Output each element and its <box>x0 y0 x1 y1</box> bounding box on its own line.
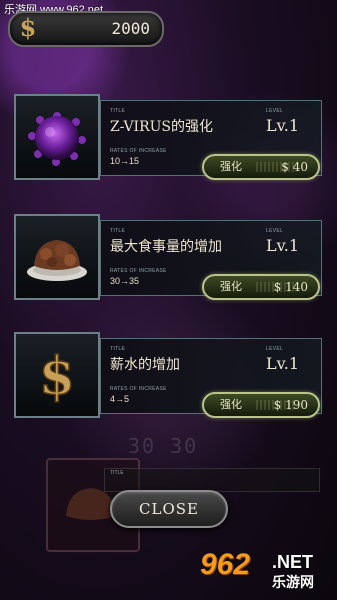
upgrade-rates: 30→35 <box>110 276 140 286</box>
upgrade-button-max-food[interactable]: 强化 $ 140 <box>202 274 320 300</box>
level-caption: LEVEL <box>266 228 284 234</box>
upgrade-level: Lv.1 <box>266 354 300 373</box>
dollar-sign-icon: $ <box>14 332 100 418</box>
watermark-cn: 乐游网 <box>272 575 314 591</box>
upgrade-card-zvirus: TITLE LEVEL Z-VIRUS的强化 Lv.1 RATES OF INC… <box>14 94 322 180</box>
upgrade-rates: 4→5 <box>110 394 130 404</box>
upgrade-level: Lv.1 <box>266 116 300 135</box>
dollar-icon: $ <box>19 13 37 42</box>
upgrade-button-zvirus[interactable]: 强化 $ 40 <box>202 154 320 180</box>
meat-icon <box>14 214 100 300</box>
background-number: 30 30 <box>128 434 199 458</box>
upgrade-price: $ 190 <box>273 398 308 412</box>
watermark-number: 962 <box>200 548 251 581</box>
rates-caption: RATES OF INCREASE <box>110 268 167 274</box>
money-display: $ 2000 <box>8 11 164 47</box>
upgrade-button-label: 强化 <box>220 398 242 411</box>
faded-card-strip <box>104 468 320 492</box>
upgrade-title: Z-VIRUS的强化 <box>110 119 214 135</box>
upgrade-rates: 10→15 <box>110 156 140 166</box>
svg-text:$: $ <box>39 346 75 407</box>
upgrade-card-max-food: TITLE LEVEL 最大食事量的增加 Lv.1 RATES OF INCRE… <box>14 214 322 300</box>
upgrade-title: 薪水的增加 <box>110 357 180 373</box>
title-caption: TITLE <box>110 228 126 234</box>
title-caption: TITLE <box>110 346 126 352</box>
watermark-net: .NET <box>272 552 314 572</box>
upgrade-button-salary[interactable]: 强化 $ 190 <box>202 392 320 418</box>
close-button[interactable]: CLOSE <box>110 490 228 528</box>
close-label: CLOSE <box>139 500 199 518</box>
upgrade-level: Lv.1 <box>266 236 300 255</box>
money-value: 2000 <box>111 19 150 38</box>
upgrade-button-label: 强化 <box>220 160 242 173</box>
title-caption: TITLE <box>110 108 126 114</box>
rates-caption: RATES OF INCREASE <box>110 148 167 154</box>
upgrade-price: $ 140 <box>273 280 308 294</box>
level-caption: LEVEL <box>266 346 284 352</box>
upgrade-title: 最大食事量的增加 <box>110 239 222 255</box>
rates-caption: RATES OF INCREASE <box>110 386 167 392</box>
upgrade-price: $ 40 <box>281 160 308 174</box>
upgrade-button-label: 强化 <box>220 280 242 293</box>
level-caption: LEVEL <box>266 108 284 114</box>
virus-icon <box>14 94 100 180</box>
site-watermark-logo: 962 .NET 乐游网 <box>200 548 332 594</box>
upgrade-card-salary: $ TITLE LEVEL 薪水的增加 Lv.1 RATES OF INCREA… <box>14 332 322 418</box>
faded-title-caption: TITLE <box>110 470 124 476</box>
